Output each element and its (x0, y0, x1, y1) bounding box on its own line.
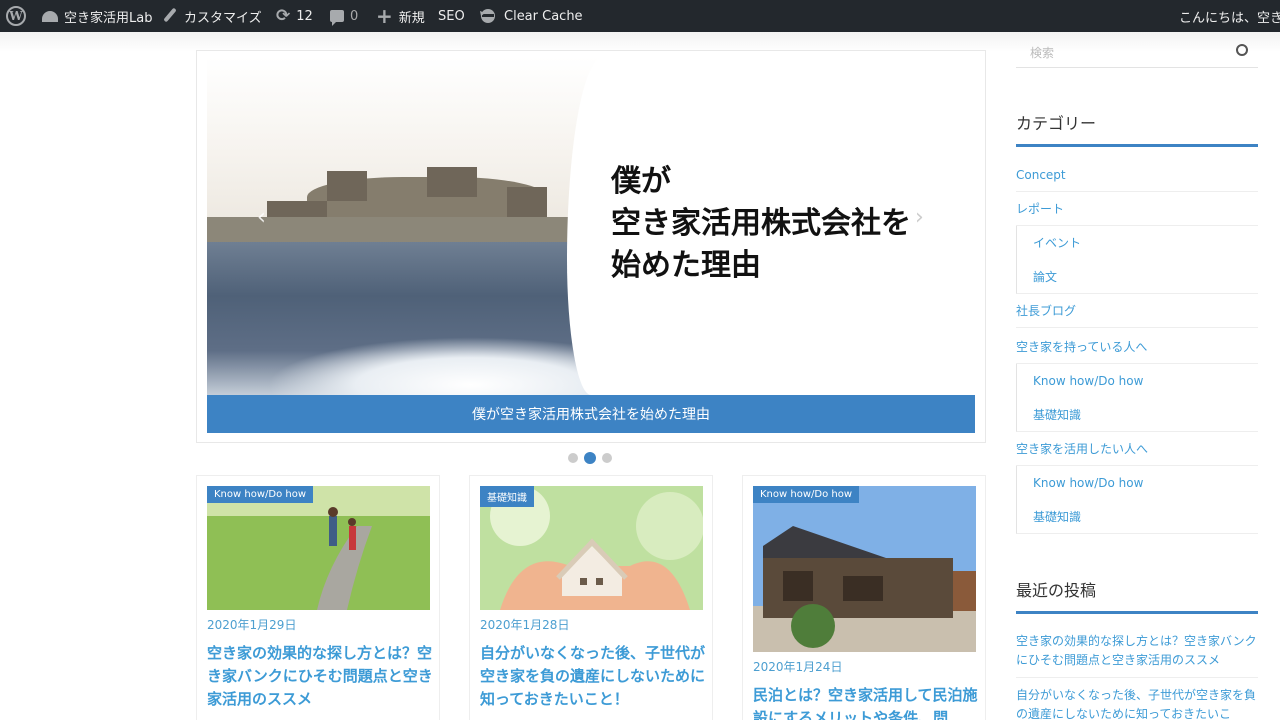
wordpress-logo-button[interactable]: W (6, 0, 26, 32)
category-label: イベント (1033, 236, 1082, 250)
seo-label: SEO (438, 8, 465, 24)
search-field[interactable]: 検索 (1016, 36, 1258, 68)
clear-cache-label: Clear Cache (504, 8, 583, 24)
subcategory-link[interactable]: 基礎知識 (1016, 398, 1258, 432)
post-thumbnail[interactable]: 基礎知識 (480, 486, 703, 610)
subcategory-link[interactable]: 基礎知識 (1016, 500, 1258, 534)
post-card[interactable]: 基礎知識 2020年1月28日 自分がいなくなった後、子世代が空き家を負の遺産に… (469, 475, 713, 720)
slider-dot[interactable] (568, 453, 578, 463)
post-thumbnail[interactable]: Know how/Do how (753, 486, 976, 652)
category-badge[interactable]: 基礎知識 (480, 486, 534, 507)
category-link[interactable]: レポート (1016, 192, 1258, 226)
category-label: レポート (1016, 202, 1065, 216)
seo-link[interactable]: SEO (438, 0, 465, 32)
category-link[interactable]: 社長ブログ (1016, 294, 1258, 328)
post-date: 2020年1月24日 (753, 660, 843, 674)
updates-count: 12 (296, 8, 313, 24)
subcategory-link[interactable]: イベント (1016, 226, 1258, 260)
post-title-link[interactable]: 空き家の効果的な探し方とは？空き家バンクにひそむ問題点と空き家活用のススメ (207, 642, 435, 711)
post-card[interactable]: Know how/Do how 2020年1月29日 空き家の効果的な探し方とは… (196, 475, 440, 720)
account-greeting-link[interactable]: こんにちは、空き (1179, 0, 1280, 32)
comments-link[interactable]: 0 (330, 0, 358, 32)
category-link[interactable]: 空き家を活用したい人へ (1016, 432, 1258, 466)
slider-pagination (568, 452, 612, 464)
wordpress-icon: W (6, 6, 26, 26)
category-label: Concept (1016, 168, 1066, 182)
admin-bar: W 空き家活用Lab カスタマイズ ⟳ 12 0 + 新規 SEO Clear … (0, 0, 1280, 32)
slide-title-line: 空き家活用株式会社を (611, 206, 911, 241)
customize-link[interactable]: カスタマイズ (162, 0, 262, 32)
category-label: Know how/Do how (1033, 374, 1144, 388)
category-label: 基礎知識 (1033, 510, 1082, 524)
slide-title-line: 僕が (611, 164, 671, 199)
slide-title-line: 始めた理由 (611, 248, 761, 283)
slide-image[interactable]: 僕が 空き家活用株式会社を 始めた理由 ‹ › (207, 57, 975, 395)
category-label: Know how/Do how (1033, 476, 1144, 490)
recent-posts-widget-title: 最近の投稿 (1016, 577, 1258, 614)
next-slide-icon[interactable]: › (915, 205, 924, 230)
prev-slide-icon[interactable]: ‹ (257, 205, 266, 230)
category-link[interactable]: Concept (1016, 158, 1258, 192)
slide-caption[interactable]: 僕が空き家活用株式会社を始めた理由 (207, 395, 975, 433)
subcategory-link[interactable]: Know how/Do how (1016, 364, 1258, 398)
updates-link[interactable]: ⟳ 12 (276, 0, 313, 32)
category-label: 空き家を持っている人へ (1016, 340, 1148, 354)
greeting-label: こんにちは、空き (1179, 10, 1280, 26)
dashboard-gauge-icon (42, 10, 58, 22)
divider (1016, 677, 1258, 678)
refresh-icon: ⟳ (276, 6, 291, 26)
new-content-link[interactable]: + 新規 (376, 0, 425, 32)
recent-post-link[interactable]: 自分がいなくなった後、子世代が空き家を負の遺産にしないために知っておきたいこ (1016, 686, 1258, 720)
category-label: 社長ブログ (1016, 304, 1077, 318)
post-title-link[interactable]: 民泊とは？空き家活用して民泊施設にするメリットや条件、問 (753, 684, 981, 720)
wave-foam (267, 337, 607, 395)
category-label: 基礎知識 (1033, 408, 1082, 422)
site-name-label: 空き家活用Lab (64, 10, 153, 26)
post-title-link[interactable]: 自分がいなくなった後、子世代が空き家を負の遺産にしないために知っておきたいこと！ (480, 642, 708, 711)
recent-post-link[interactable]: 空き家の効果的な探し方とは？空き家バンクにひそむ問題点と空き家活用のススメ (1016, 632, 1258, 670)
category-link[interactable]: 空き家を持っている人へ (1016, 330, 1258, 364)
comments-count: 0 (350, 8, 359, 24)
customize-label: カスタマイズ (184, 10, 262, 26)
plus-icon: + (376, 4, 393, 28)
search-placeholder: 検索 (1030, 46, 1055, 60)
category-label: 論文 (1033, 270, 1058, 284)
post-date: 2020年1月28日 (480, 618, 570, 632)
slide-caption-text: 僕が空き家活用株式会社を始めた理由 (472, 407, 710, 423)
post-thumbnail[interactable]: Know how/Do how (207, 486, 430, 610)
subcategory-link[interactable]: Know how/Do how (1016, 466, 1258, 500)
slider-dot[interactable] (602, 453, 612, 463)
new-label: 新規 (398, 10, 425, 26)
category-badge[interactable]: Know how/Do how (753, 486, 860, 503)
subcategory-link[interactable]: 論文 (1016, 260, 1258, 294)
clear-cache-link[interactable]: Clear Cache (478, 0, 583, 32)
category-badge[interactable]: Know how/Do how (207, 486, 314, 503)
post-date: 2020年1月29日 (207, 618, 297, 632)
search-icon[interactable] (1236, 44, 1248, 56)
featured-slider[interactable]: 僕が 空き家活用株式会社を 始めた理由 ‹ › 僕が空き家活用株式会社を始めた理… (196, 50, 986, 443)
ninja-icon (478, 7, 498, 25)
comment-icon (330, 10, 344, 26)
site-name-link[interactable]: 空き家活用Lab (42, 0, 152, 32)
slide-title: 僕が 空き家活用株式会社を 始めた理由 (611, 161, 911, 287)
post-card[interactable]: Know how/Do how 2020年1月24日 民泊とは？空き家活用して民… (742, 475, 986, 720)
categories-widget-title: カテゴリー (1016, 110, 1258, 147)
slider-dot-active[interactable] (584, 452, 596, 464)
brush-icon (162, 8, 178, 24)
category-label: 空き家を活用したい人へ (1016, 442, 1149, 456)
